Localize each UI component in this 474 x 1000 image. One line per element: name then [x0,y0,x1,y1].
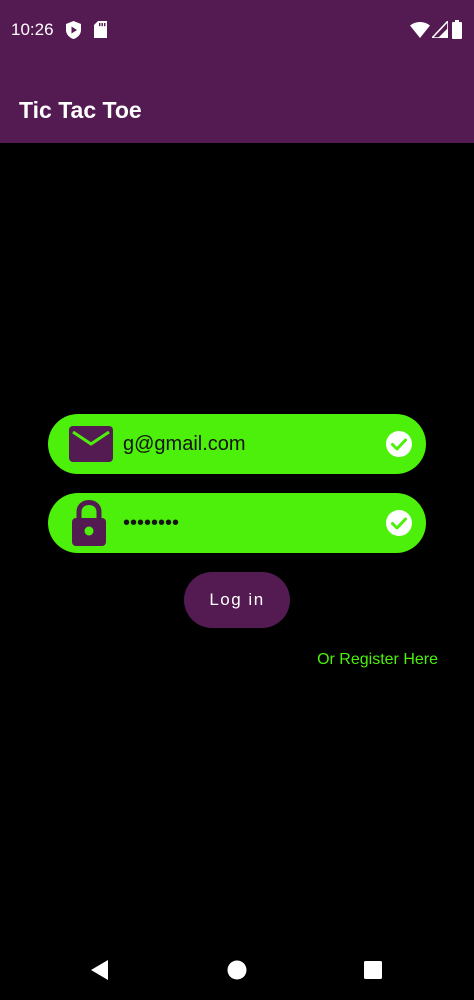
login-button[interactable]: Log in [184,572,290,628]
home-icon[interactable] [225,958,249,982]
recents-icon[interactable] [361,958,385,982]
wifi-icon [410,22,430,38]
navigation-bar [0,940,474,1000]
password-field-container[interactable] [48,493,426,553]
status-time: 10:26 [11,20,54,39]
check-circle-icon [386,431,412,457]
password-input[interactable] [123,503,383,543]
app-bar: Tic Tac Toe [0,62,474,143]
email-input[interactable] [123,424,383,464]
register-link[interactable]: Or Register Here [317,650,438,670]
app-title: Tic Tac Toe [19,97,142,123]
mail-icon [69,426,113,462]
shield-play-icon [66,21,81,39]
lock-icon [72,500,106,546]
battery-icon [452,20,462,39]
email-field-container[interactable] [48,414,426,474]
status-bar: 10:26 [0,0,474,62]
signal-icon [432,21,448,38]
check-circle-icon [386,510,412,536]
login-screen: 10:26 Tic Tac Toe g@gmail.com Log in Or … [0,0,474,1000]
sd-card-icon [94,21,107,38]
back-icon[interactable] [88,958,112,982]
